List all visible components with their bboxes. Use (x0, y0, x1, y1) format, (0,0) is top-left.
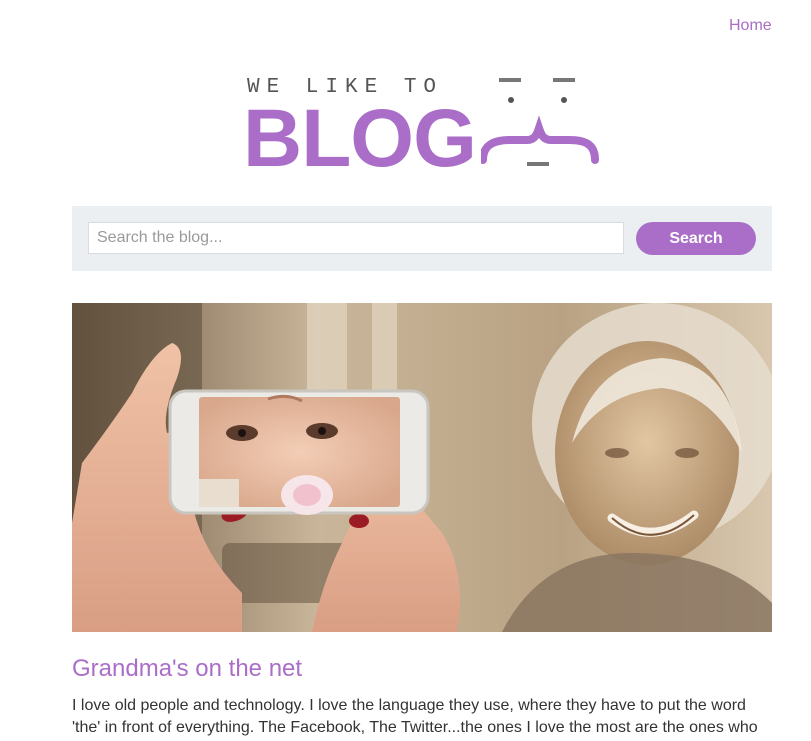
blog-page: Home WE LIKE TO BLOG Search the blog... … (0, 0, 811, 741)
hero-photo (72, 303, 772, 632)
post-hero-image[interactable] (72, 303, 772, 632)
site-logo[interactable]: WE LIKE TO BLOG (243, 72, 603, 184)
nav-home-link[interactable]: Home (729, 17, 772, 35)
search-input[interactable] (88, 222, 624, 254)
post-excerpt: I love old people and technology. I love… (72, 697, 758, 736)
post-title-link[interactable]: Grandma's on the net (72, 655, 302, 683)
search-button[interactable]: Search (636, 222, 756, 255)
search-bar: Search (72, 206, 772, 271)
logo-wordmark: BLOG (243, 93, 477, 184)
curly-brace-face-icon (481, 78, 599, 166)
